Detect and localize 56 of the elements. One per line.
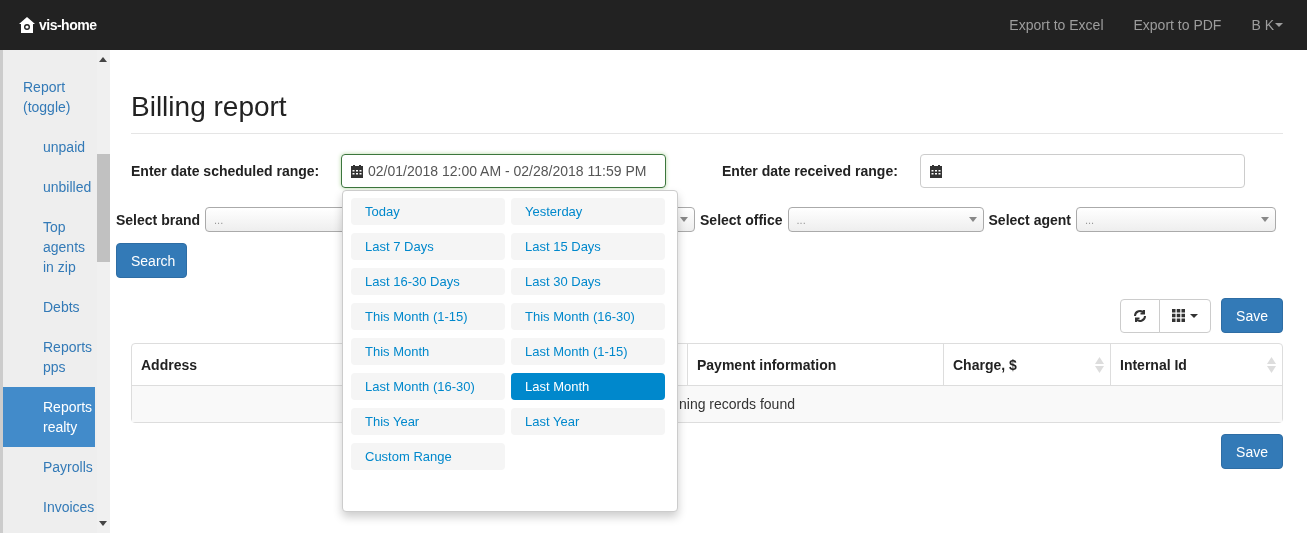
sidebar-item[interactable]: Invoices	[3, 487, 95, 527]
range-option[interactable]: Last Month (1-15)	[511, 338, 665, 365]
range-option[interactable]: Yesterday	[511, 198, 665, 225]
sort-icon	[1267, 356, 1276, 373]
select-label: Select office	[700, 211, 783, 228]
user-menu[interactable]: B K	[1251, 17, 1283, 33]
range-option[interactable]: Today	[351, 198, 505, 225]
search-button[interactable]: Search	[116, 243, 187, 278]
range-option[interactable]: Last 7 Days	[351, 233, 505, 260]
nav-link[interactable]: Export to Excel	[1009, 17, 1104, 33]
field-label: Enter date scheduled range:	[131, 163, 321, 179]
select-dropdown[interactable]: ...	[1076, 207, 1276, 232]
nav-link[interactable]: Export to PDF	[1133, 17, 1222, 33]
empty-message: ning records found	[679, 396, 795, 412]
grid-icon	[1172, 309, 1186, 322]
sort-icon	[1095, 356, 1104, 373]
refresh-icon	[1133, 308, 1148, 323]
calendar-icon	[351, 164, 363, 178]
refresh-button[interactable]	[1120, 298, 1161, 333]
sidebar-item[interactable]: Report (toggle)	[3, 67, 95, 127]
column-header[interactable]: Internal Id	[1110, 344, 1282, 385]
logo-text[interactable]: vis-home	[39, 17, 97, 33]
save-button[interactable]: Save	[1221, 298, 1283, 333]
sidebar-item[interactable]: unpaid	[3, 127, 95, 167]
range-option[interactable]: This Year	[351, 408, 505, 435]
range-option[interactable]: Last 15 Days	[511, 233, 665, 260]
sidebar-item[interactable]: Reports pps	[3, 327, 95, 387]
range-option[interactable]: This Month (1-15)	[351, 303, 505, 330]
column-header[interactable]: Charge, $	[943, 344, 1110, 385]
select-label: Select brand	[116, 211, 201, 228]
select-label: Select agent	[988, 211, 1071, 228]
columns-button[interactable]	[1159, 298, 1212, 333]
caret-icon	[1275, 23, 1283, 27]
page-title: Billing report	[131, 90, 288, 124]
sidebar-item[interactable]: Reports realty	[3, 387, 95, 447]
save-button[interactable]: Save	[1221, 434, 1283, 469]
column-header[interactable]: Payment information	[687, 344, 943, 385]
calendar-icon	[930, 164, 942, 178]
sidebar-item[interactable]: Top agents in zip	[3, 207, 95, 287]
field-label: Enter date received range:	[722, 163, 899, 179]
date-range-field[interactable]: 02/01/2018 12:00 AM - 02/28/2018 11:59 PM	[341, 154, 666, 188]
range-option[interactable]: Last Month (16-30)	[351, 373, 505, 400]
sidebar-item[interactable]: unbilled	[3, 167, 95, 207]
range-option[interactable]: Last 30 Days	[511, 268, 665, 295]
range-option[interactable]: Custom Range	[351, 443, 505, 470]
range-option[interactable]: Last 16-30 Days	[351, 268, 505, 295]
range-option[interactable]: Last Year	[511, 408, 665, 435]
house-icon	[18, 16, 36, 34]
range-option[interactable]: This Month (16-30)	[511, 303, 665, 330]
sidebar-item[interactable]: Debts	[3, 287, 95, 327]
caret-icon	[1190, 313, 1199, 318]
select-dropdown[interactable]: ...	[787, 207, 984, 232]
range-option[interactable]: This Month	[351, 338, 505, 365]
range-option[interactable]: Last Month	[511, 373, 665, 400]
sidebar-item[interactable]: Payrolls	[3, 447, 95, 487]
date-range-field[interactable]	[920, 154, 1245, 188]
